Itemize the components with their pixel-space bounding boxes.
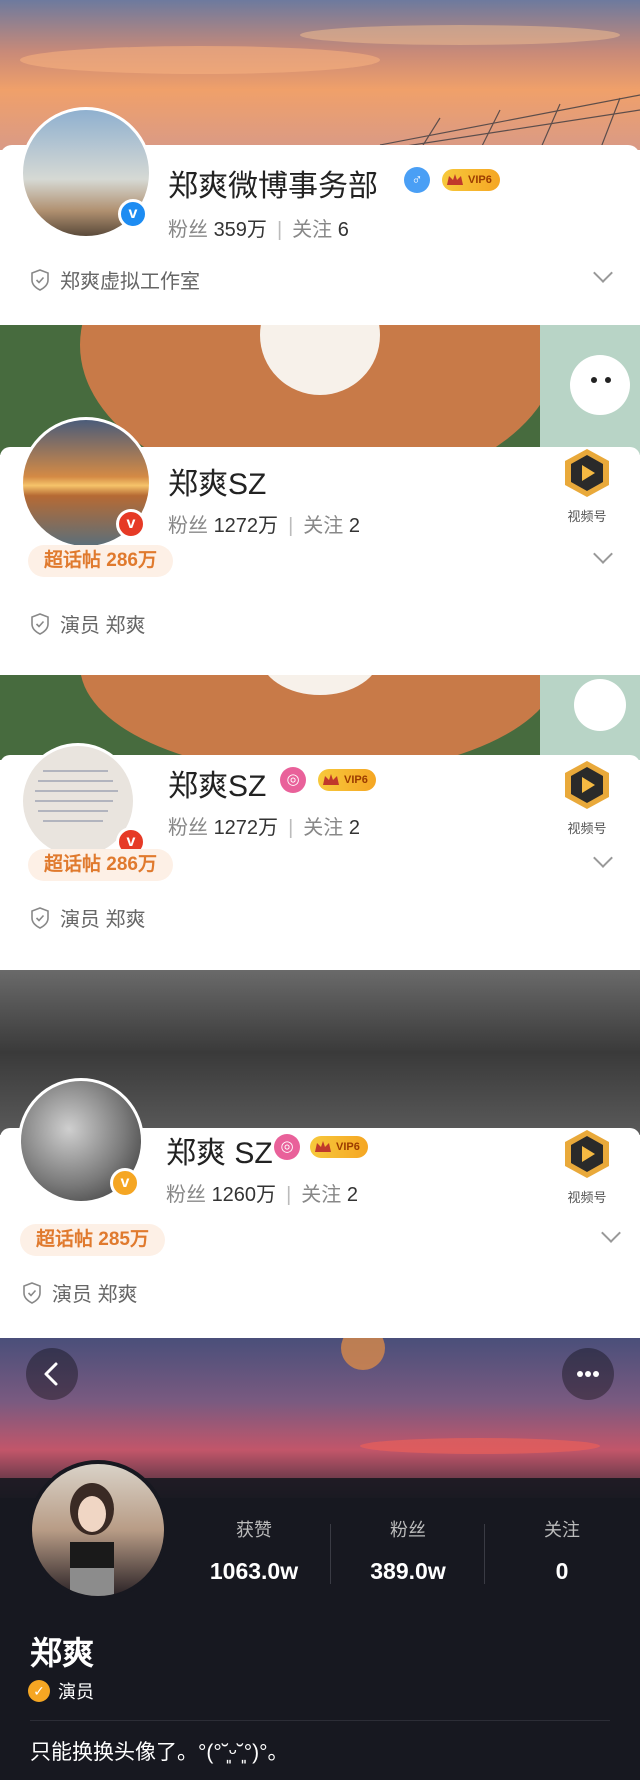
- follow-count[interactable]: 2: [349, 515, 360, 537]
- vip-label: VIP6: [336, 1141, 360, 1153]
- certification-row: 演员 郑爽: [30, 609, 146, 638]
- back-button[interactable]: [26, 1348, 78, 1400]
- following-stat[interactable]: 关注 0: [492, 1516, 632, 1585]
- vip-badge[interactable]: VIP6: [318, 769, 376, 791]
- divider: [330, 1524, 331, 1584]
- profile-card-2: v 郑爽SZ 粉丝 1272万 | 关注 2 视频号 超话帖 286万 演员 郑爽: [0, 325, 640, 675]
- verified-check-icon: ✓: [28, 1680, 50, 1702]
- chevron-down-icon[interactable]: [601, 1223, 621, 1243]
- fans-follow-stats: 粉丝 1272万 | 关注 2: [168, 515, 360, 537]
- fans-follow-stats: 粉丝 1260万 | 关注 2: [166, 1184, 358, 1206]
- profile-card-3: v 郑爽SZ ◎ VIP6 粉丝 1272万 | 关注 2 视频号 超话帖 286万…: [0, 675, 640, 970]
- shield-icon: [31, 906, 49, 929]
- search-topic-icon: ◎: [280, 767, 306, 793]
- profile-name: 郑爽SZ: [168, 770, 267, 803]
- fans-count[interactable]: 359万: [214, 219, 267, 241]
- vip-badge[interactable]: VIP6: [442, 169, 500, 191]
- profile-card-4: v 郑爽 SZ ◎ VIP6 粉丝 1260万 | 关注 2 视频号 超话帖 285…: [0, 970, 640, 1338]
- profile-card-1: v 郑爽微博事务部 ♂ VIP6 粉丝 359万 | 关注 6 郑爽虚拟工作室: [0, 0, 640, 325]
- fans-count[interactable]: 1260万: [212, 1184, 277, 1206]
- divider: [30, 1720, 610, 1721]
- likes-stat[interactable]: 获赞 1063.0w: [184, 1516, 324, 1585]
- certification-row: 演员 郑爽: [22, 1278, 138, 1307]
- vip-label: VIP6: [344, 774, 368, 786]
- chevron-down-icon[interactable]: [593, 848, 613, 868]
- profile-name: 郑爽: [30, 1635, 95, 1671]
- profile-name: 郑爽SZ: [168, 468, 267, 501]
- follow-count[interactable]: 6: [338, 219, 349, 241]
- video-channel-button[interactable]: 视频号: [552, 447, 622, 525]
- role-badge: ✓ 演员: [28, 1678, 94, 1704]
- fans-follow-stats: 粉丝 1272万 | 关注 2: [168, 817, 360, 839]
- vip-badge[interactable]: VIP6: [310, 1136, 368, 1158]
- super-topic-chip[interactable]: 超话帖 286万: [28, 849, 173, 881]
- bio-text: 只能换换头像了。°(°˘͈ᵕ˘͈°)°。: [30, 1741, 289, 1764]
- follow-count[interactable]: 2: [347, 1184, 358, 1206]
- verified-icon: v: [116, 509, 146, 539]
- search-topic-icon: ◎: [274, 1134, 300, 1160]
- more-dots-icon: [577, 1371, 599, 1377]
- super-topic-chip[interactable]: 超话帖 286万: [28, 545, 173, 577]
- fans-count[interactable]: 1272万: [214, 515, 279, 537]
- fans-stat[interactable]: 粉丝 389.0w: [338, 1516, 478, 1585]
- video-channel-button[interactable]: 视频号: [552, 1128, 622, 1206]
- certification-row: 演员 郑爽: [30, 903, 146, 932]
- shield-icon: [31, 612, 49, 635]
- male-gender-icon: ♂: [404, 167, 430, 193]
- shield-icon: [31, 268, 49, 291]
- shield-icon: [23, 1281, 41, 1304]
- profile-name: 郑爽 SZ: [166, 1137, 273, 1170]
- follow-count[interactable]: 2: [349, 817, 360, 839]
- chevron-down-icon[interactable]: [593, 544, 613, 564]
- video-channel-icon: [565, 761, 609, 809]
- video-channel-icon: [565, 449, 609, 497]
- chevron-down-icon[interactable]: [593, 263, 613, 283]
- profile-name: 郑爽微博事务部: [168, 170, 378, 203]
- vip-label: VIP6: [468, 174, 492, 186]
- more-options-button[interactable]: [562, 1348, 614, 1400]
- verified-icon: v: [118, 199, 148, 229]
- video-channel-icon: [565, 1130, 609, 1178]
- avatar[interactable]: [28, 1460, 168, 1600]
- verified-icon: v: [110, 1168, 140, 1198]
- video-channel-button[interactable]: 视频号: [552, 759, 622, 837]
- divider: [484, 1524, 485, 1584]
- super-topic-chip[interactable]: 超话帖 285万: [20, 1224, 165, 1256]
- certification-row: 郑爽虚拟工作室: [30, 265, 200, 294]
- chevron-left-icon: [44, 1362, 58, 1386]
- fans-follow-stats: 粉丝 359万 | 关注 6: [168, 219, 349, 241]
- fans-count[interactable]: 1272万: [214, 817, 279, 839]
- dark-profile-section: 获赞 1063.0w 粉丝 389.0w 关注 0 郑爽 ✓ 演员 只能换换头像…: [0, 1338, 640, 1780]
